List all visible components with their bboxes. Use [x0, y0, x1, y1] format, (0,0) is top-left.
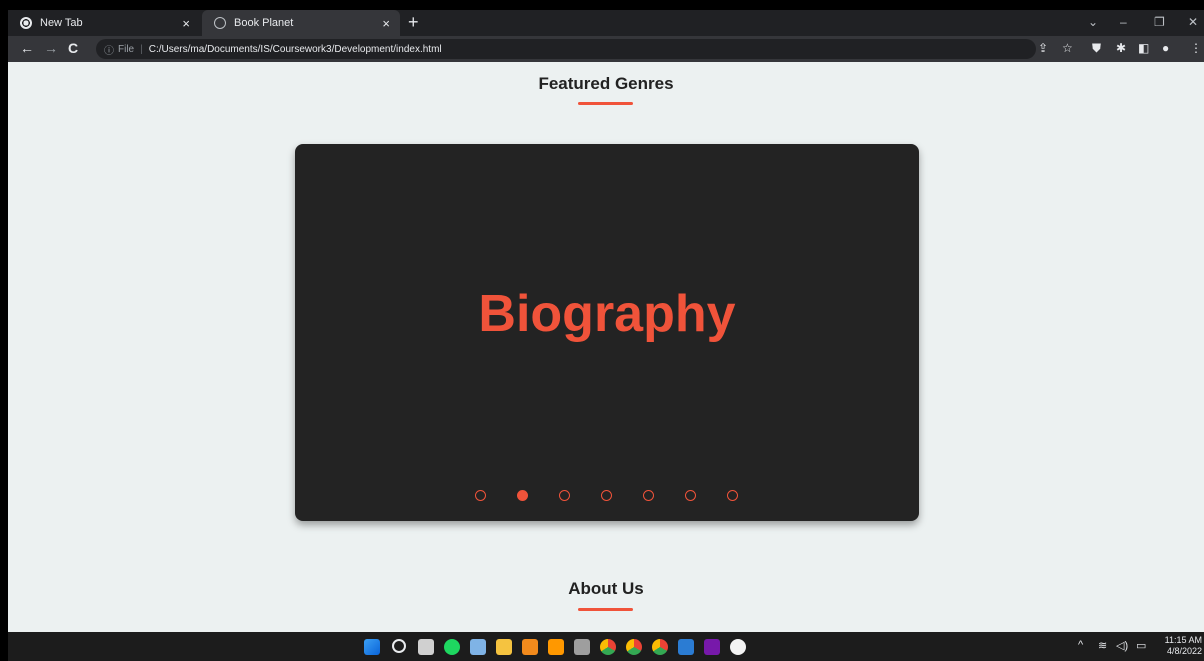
carousel-dot-6[interactable]	[685, 490, 696, 501]
profile-avatar-icon[interactable]: ●	[1162, 41, 1169, 55]
page-content: Featured Genres Biography About Us	[8, 62, 1204, 632]
file-explorer-icon[interactable]	[496, 639, 512, 655]
info-icon[interactable]: ⓘ	[104, 42, 114, 57]
back-button[interactable]: ←	[20, 40, 34, 56]
battery-icon[interactable]: ▭	[1136, 639, 1146, 652]
sublime-text-icon[interactable]	[548, 639, 564, 655]
carousel-dots	[295, 490, 919, 502]
menu-icon[interactable]: ⋮	[1190, 41, 1202, 55]
address-bar-row: ← → C ⓘ File | C:/Users/ma/Documents/IS/…	[8, 36, 1204, 62]
new-tab-button[interactable]: +	[408, 12, 419, 33]
side-panel-icon[interactable]: ◧	[1138, 41, 1149, 55]
tray-chevron-icon[interactable]: ^	[1078, 639, 1083, 651]
about-us-title: About Us	[568, 579, 644, 598]
word-icon[interactable]	[678, 639, 694, 655]
featured-genres-title: Featured Genres	[538, 74, 674, 93]
browser-tab-bar: New Tab × Book Planet × + ⌄ – ❐ ✕	[8, 10, 1204, 36]
carousel-dot-2[interactable]	[517, 490, 528, 501]
chrome-icon[interactable]	[626, 639, 642, 655]
start-icon[interactable]	[364, 639, 380, 655]
chrome-profile-icon[interactable]	[652, 639, 668, 655]
wifi-icon[interactable]: ≋	[1098, 639, 1107, 652]
url-text: C:/Users/ma/Documents/IS/Coursework3/Dev…	[148, 43, 442, 55]
search-icon[interactable]	[392, 639, 406, 653]
tab-title: Book Planet	[234, 17, 294, 29]
restore-button[interactable]: ❐	[1154, 15, 1165, 29]
tab-close-icon[interactable]: ×	[182, 16, 190, 31]
share-icon[interactable]: ⇪	[1038, 41, 1048, 55]
clock-date: 4/8/2022	[1166, 646, 1202, 656]
carousel-dot-3[interactable]	[559, 490, 570, 501]
onenote-icon[interactable]	[704, 639, 720, 655]
tab-close-icon[interactable]: ×	[382, 16, 390, 31]
genre-carousel[interactable]: Biography	[295, 144, 919, 521]
url-scheme: File	[118, 43, 135, 55]
windows-taskbar: ^ ≋ ◁) ▭ 11:15 AM 4/8/2022	[8, 632, 1204, 661]
about-title-underline	[578, 608, 633, 611]
carousel-dot-7[interactable]	[727, 490, 738, 501]
carousel-dot-1[interactable]	[475, 490, 486, 501]
carousel-slide-title[interactable]: Biography	[295, 284, 919, 344]
tab-book-planet[interactable]: Book Planet ×	[202, 10, 400, 36]
emoji-app-icon[interactable]	[730, 639, 746, 655]
carousel-dot-4[interactable]	[601, 490, 612, 501]
url-field[interactable]: ⓘ File | C:/Users/ma/Documents/IS/Course…	[96, 39, 1036, 59]
chrome-canary-icon[interactable]	[600, 639, 616, 655]
forward-button[interactable]: →	[44, 40, 58, 56]
reload-button[interactable]: C	[68, 40, 78, 56]
featured-title-underline	[578, 102, 633, 105]
task-view-icon[interactable]	[418, 639, 434, 655]
bookmark-star-icon[interactable]: ☆	[1062, 41, 1073, 55]
minimize-button[interactable]: –	[1120, 15, 1127, 29]
tab-title: New Tab	[40, 17, 83, 29]
shield-extension-icon[interactable]: ⛊	[1092, 41, 1101, 56]
chrome-icon	[20, 17, 32, 29]
recycle-bin-icon[interactable]	[470, 639, 486, 655]
xampp-icon[interactable]	[522, 639, 538, 655]
spotify-icon[interactable]	[444, 639, 460, 655]
clock-time: 11:15 AM	[1164, 635, 1202, 645]
taskbar-clock[interactable]: 11:15 AM 4/8/2022	[1165, 635, 1202, 657]
tab-new-tab[interactable]: New Tab ×	[8, 10, 200, 36]
extensions-icon[interactable]: ✱	[1116, 41, 1126, 55]
close-window-button[interactable]: ✕	[1188, 15, 1198, 29]
url-separator: |	[140, 43, 143, 55]
volume-icon[interactable]: ◁)	[1116, 639, 1128, 652]
tab-search-icon[interactable]: ⌄	[1088, 15, 1098, 29]
globe-icon	[214, 17, 226, 29]
inkscape-icon[interactable]	[574, 639, 590, 655]
carousel-dot-5[interactable]	[643, 490, 654, 501]
